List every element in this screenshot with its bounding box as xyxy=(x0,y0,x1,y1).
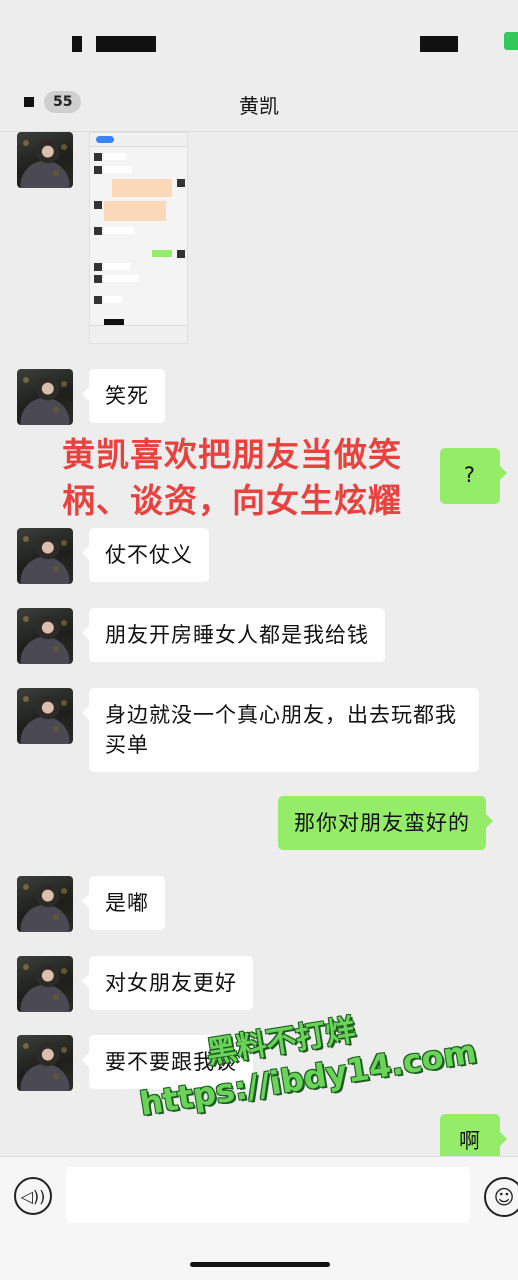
contact-avatar[interactable] xyxy=(17,608,73,664)
image-message[interactable] xyxy=(89,132,188,344)
message-bubble[interactable]: 笑死 xyxy=(82,369,165,423)
message-bubble[interactable]: 仗不仗义 xyxy=(82,528,209,582)
overlay-caption: 黄凯喜欢把朋友当做笑 柄、谈资，向女生炫耀 xyxy=(62,432,432,524)
status-time-fragment xyxy=(72,36,82,52)
chat-header: 55 黄凯 xyxy=(0,70,518,132)
battery-icon xyxy=(504,32,518,50)
contact-avatar[interactable] xyxy=(17,688,73,744)
emoji-icon[interactable]: ☺ xyxy=(484,1177,518,1217)
message-bubble-self[interactable]: ? xyxy=(440,448,507,504)
status-time-fragment xyxy=(96,36,156,52)
home-indicator[interactable] xyxy=(190,1262,330,1267)
status-bar xyxy=(0,0,518,70)
message-bubble-self[interactable]: 那你对朋友蛮好的 xyxy=(278,796,493,850)
overlay-caption-line: 柄、谈资，向女生炫耀 xyxy=(62,481,402,520)
overlay-caption-line: 黄凯喜欢把朋友当做笑 xyxy=(62,435,402,474)
message-bubble[interactable]: 对女朋友更好 xyxy=(82,956,253,1010)
chat-title: 黄凯 xyxy=(239,94,279,118)
message-bubble[interactable]: 朋友开房睡女人都是我给钱 xyxy=(82,608,385,662)
contact-avatar[interactable] xyxy=(17,369,73,425)
voice-icon[interactable]: ◁)) xyxy=(14,1177,52,1215)
contact-avatar[interactable] xyxy=(17,528,73,584)
message-bubble[interactable]: 是嘟 xyxy=(82,876,165,930)
contact-avatar[interactable] xyxy=(17,1035,73,1091)
contact-avatar[interactable] xyxy=(17,132,73,188)
message-input[interactable] xyxy=(66,1167,470,1223)
contact-avatar[interactable] xyxy=(17,876,73,932)
contact-avatar[interactable] xyxy=(17,956,73,1012)
status-signal-fragment xyxy=(420,36,458,52)
message-bubble[interactable]: 身边就没一个真心朋友，出去玩都我买单 xyxy=(82,688,479,772)
